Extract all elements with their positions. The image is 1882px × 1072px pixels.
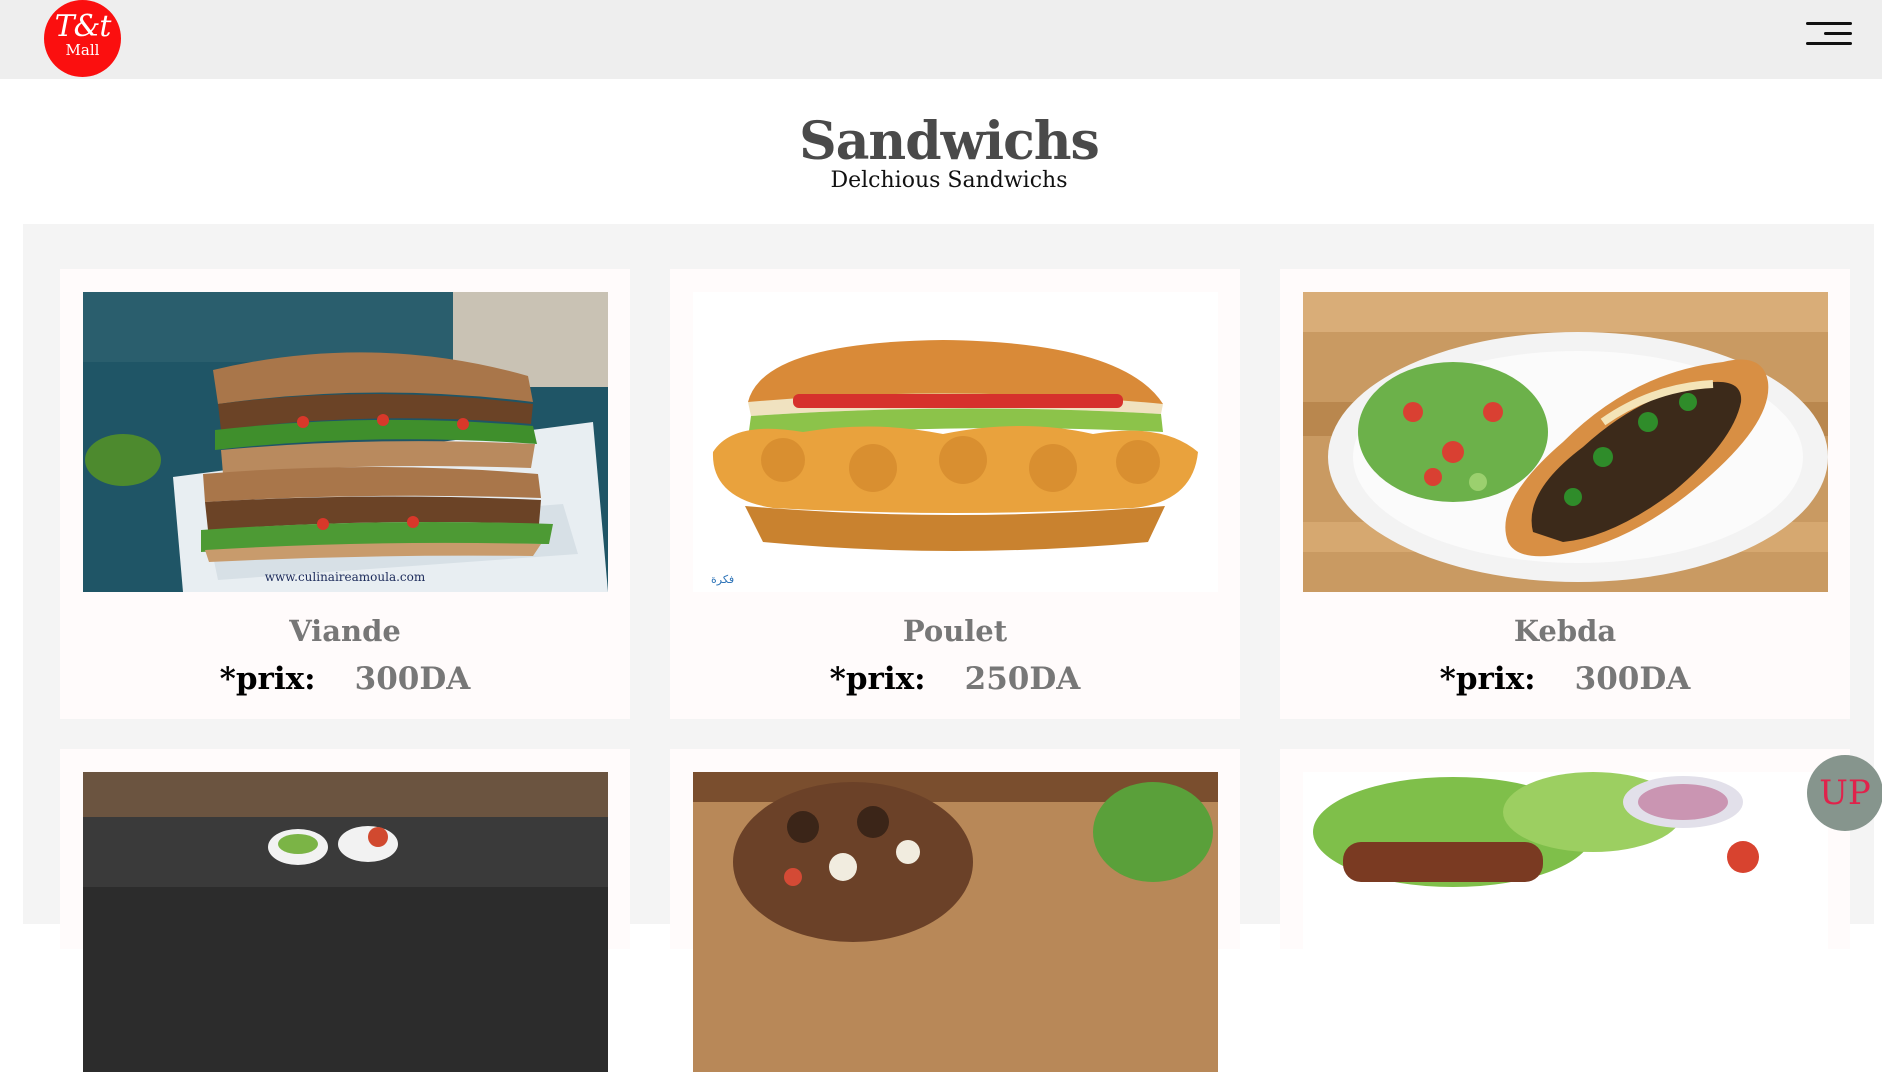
product-name: Kebda <box>1513 614 1617 648</box>
price-value: 300DA <box>354 661 471 697</box>
price-row: *prix: 300DA <box>60 661 630 697</box>
product-card[interactable] <box>60 749 630 1072</box>
image-caption-poulet: فكرة <box>711 573 734 586</box>
product-image <box>693 772 1218 1072</box>
product-image-poulet: فكرة <box>693 292 1218 592</box>
product-card[interactable] <box>1280 749 1850 1072</box>
product-image <box>83 772 608 1072</box>
menu-line <box>1824 32 1852 35</box>
product-name: Poulet <box>902 614 1008 648</box>
scroll-to-top-button[interactable]: UP <box>1807 755 1882 831</box>
price-value: 250DA <box>964 661 1081 697</box>
product-card[interactable] <box>670 749 1240 1072</box>
menu-line <box>1806 42 1852 45</box>
product-card-poulet[interactable]: فكرة Poulet *prix: 250DA <box>670 269 1240 719</box>
page-subtitle: Delchious Sandwichs <box>830 168 1068 193</box>
image-caption-viande: www.culinaireamoula.com <box>265 570 426 584</box>
product-image-kebda <box>1303 292 1828 592</box>
product-image <box>1303 772 1828 1072</box>
price-row: *prix: 300DA <box>1280 661 1850 697</box>
page-title: Sandwichs <box>799 111 1100 172</box>
logo-mark: T&t <box>54 9 112 44</box>
product-card-viande[interactable]: www.culinaireamoula.com Viande *prix: 30… <box>60 269 630 719</box>
price-label: *prix: <box>1439 661 1536 697</box>
logo[interactable]: T&t Mall <box>44 0 121 77</box>
price-label: *prix: <box>219 661 316 697</box>
header-bar: T&t Mall <box>0 0 1882 79</box>
product-image-viande: www.culinaireamoula.com <box>83 292 608 592</box>
hamburger-icon[interactable] <box>1806 20 1852 48</box>
menu-line <box>1806 22 1852 25</box>
product-name: Viande <box>289 614 401 648</box>
price-label: *prix: <box>829 661 926 697</box>
price-row: *prix: 250DA <box>670 661 1240 697</box>
logo-subtext: Mall <box>65 41 100 59</box>
product-card-kebda[interactable]: Kebda *prix: 300DA <box>1280 269 1850 719</box>
price-value: 300DA <box>1574 661 1691 697</box>
